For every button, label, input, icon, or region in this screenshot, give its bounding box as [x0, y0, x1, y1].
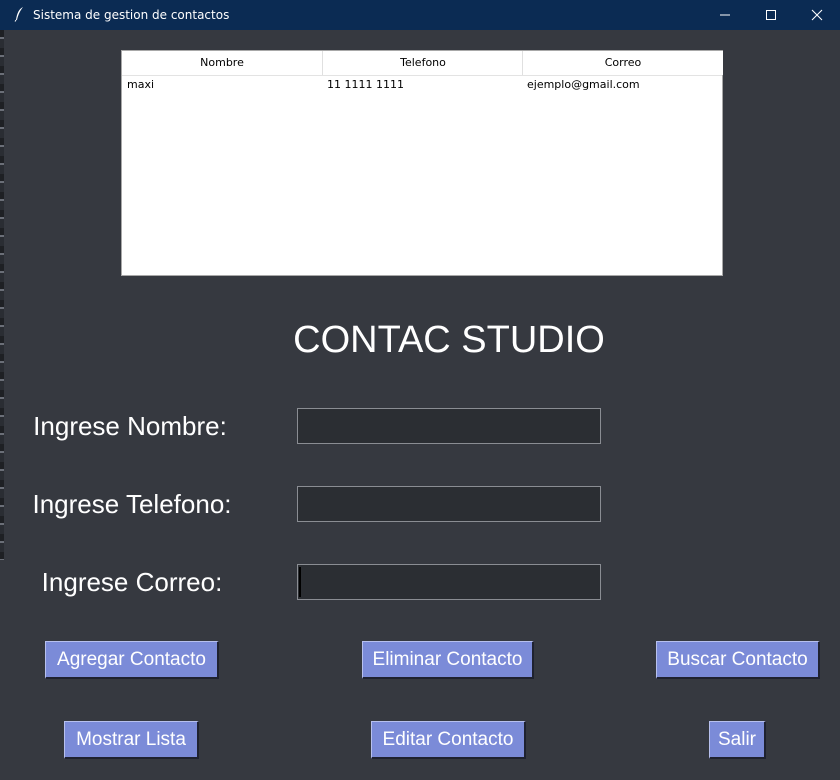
app-heading: CONTAC STUDIO: [293, 319, 605, 361]
buscar-contacto-button[interactable]: Buscar Contacto: [656, 641, 820, 679]
cell-telefono: 11 1111 1111: [327, 78, 404, 91]
mostrar-lista-button[interactable]: Mostrar Lista: [64, 721, 199, 759]
column-header-nombre[interactable]: Nombre: [122, 51, 322, 75]
column-header-telefono[interactable]: Telefono: [322, 51, 523, 75]
salir-button[interactable]: Salir: [709, 721, 766, 759]
correo-input[interactable]: [297, 564, 601, 600]
title-bar[interactable]: Sistema de gestion de contactos: [0, 0, 840, 30]
agregar-contacto-button[interactable]: Agregar Contacto: [45, 641, 219, 679]
column-header-correo[interactable]: Correo: [522, 51, 723, 75]
close-button[interactable]: [794, 0, 840, 30]
editar-contacto-button[interactable]: Editar Contacto: [371, 721, 526, 759]
table-row[interactable]: maxi 11 1111 1111 ejemplo@gmail.com: [122, 76, 722, 94]
maximize-button[interactable]: [748, 0, 794, 30]
close-icon: [811, 9, 823, 21]
cell-correo: ejemplo@gmail.com: [527, 78, 640, 91]
eliminar-contacto-button[interactable]: Eliminar Contacto: [362, 641, 534, 679]
minimize-icon: [720, 14, 730, 16]
minimize-button[interactable]: [702, 0, 748, 30]
background-window-edge: [0, 30, 4, 560]
nombre-label: Ingrese Nombre:: [33, 411, 227, 441]
maximize-icon: [766, 10, 776, 20]
app-window: Sistema de gestion de contactos Nombre T…: [0, 0, 840, 780]
nombre-input[interactable]: [297, 408, 601, 444]
table-header: Nombre Telefono Correo: [122, 51, 723, 76]
telefono-label: Ingrese Telefono:: [32, 489, 232, 519]
correo-label: Ingrese Correo:: [41, 567, 223, 597]
feather-icon: [13, 6, 27, 22]
contacts-table[interactable]: Nombre Telefono Correo maxi 11 1111 1111…: [121, 50, 723, 276]
text-caret: [299, 567, 301, 597]
telefono-input[interactable]: [297, 486, 601, 522]
cell-nombre: maxi: [127, 78, 155, 91]
window-title: Sistema de gestion de contactos: [33, 8, 230, 22]
